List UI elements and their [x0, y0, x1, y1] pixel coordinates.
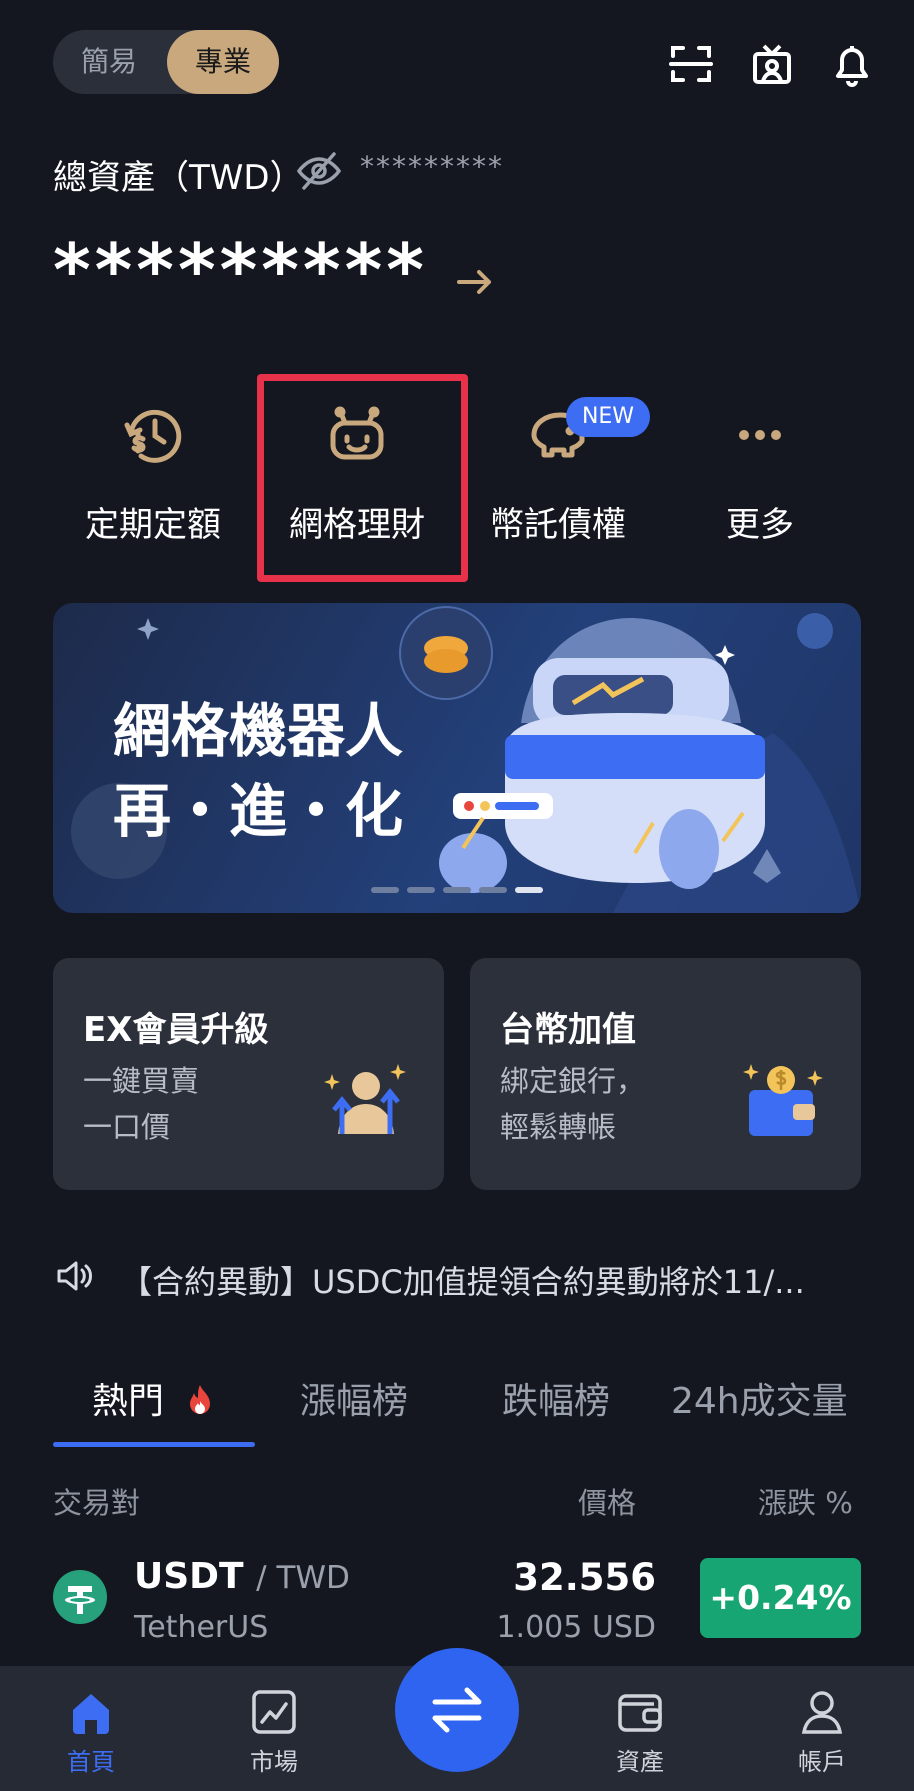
nav-account[interactable]: 帳戶: [762, 1688, 882, 1777]
mode-toggle[interactable]: 簡易 專業: [53, 30, 279, 94]
balance-sub-value: *********: [360, 150, 504, 183]
card-desc-line: 輕鬆轉帳: [500, 1110, 617, 1144]
coin-name: TetherUS: [134, 1610, 269, 1645]
nav-label: 資產: [616, 1748, 664, 1776]
bell-icon[interactable]: [828, 40, 876, 88]
announcement-text[interactable]: 【合約異動】USDC加值提領合約異動將於11/...: [120, 1257, 860, 1303]
balance-main-value[interactable]: *********: [53, 230, 428, 310]
home-icon: [73, 1694, 109, 1734]
column-header-price: 價格: [578, 1486, 637, 1520]
pair-symbol[interactable]: USDT / TWD: [134, 1556, 350, 1597]
card-desc-line: 綁定銀行，: [500, 1064, 646, 1098]
nav-home[interactable]: 首頁: [31, 1688, 151, 1777]
tether-logo-icon: [53, 1570, 107, 1624]
nav-label: 帳戶: [798, 1748, 846, 1776]
quick-action-label: 定期定額: [85, 505, 221, 545]
nav-label: 市場: [250, 1748, 298, 1776]
banner-line-2: 再・進・化: [113, 777, 404, 845]
card-description: 綁定銀行， 輕鬆轉帳: [500, 1058, 645, 1150]
wallet-icon: [618, 1694, 662, 1732]
card-ex-upgrade[interactable]: EX會員升級 一鍵買賣 一口價: [53, 958, 444, 1190]
tab-label: 熱門: [92, 1381, 165, 1422]
tab-active-indicator: [53, 1442, 255, 1447]
gift-profile-icon[interactable]: [748, 40, 796, 88]
carousel-indicator: [371, 887, 543, 893]
arrow-right-icon[interactable]: [455, 262, 495, 302]
price-value: 32.556: [513, 1556, 656, 1599]
banner-line-1: 網格機器人: [113, 697, 404, 765]
column-header-pair: 交易對: [53, 1486, 141, 1520]
tab-hot[interactable]: 熱門: [92, 1372, 217, 1424]
column-header-change: 漲跌 %: [758, 1486, 853, 1520]
mode-pro-option[interactable]: 專業: [167, 30, 279, 94]
card-description: 一鍵買賣 一口價: [83, 1058, 199, 1150]
mode-simple-option[interactable]: 簡易: [53, 30, 165, 94]
card-desc-line: 一鍵買賣: [83, 1064, 200, 1098]
chart-icon: [252, 1690, 296, 1734]
tab-gainers[interactable]: 漲幅榜: [300, 1372, 408, 1424]
banner-title: 網格機器人 再・進・化: [113, 691, 403, 851]
card-title: 台幣加值: [500, 1010, 636, 1050]
quick-action-more[interactable]: 更多: [660, 395, 860, 555]
new-badge: NEW: [566, 397, 650, 437]
recurring-clock-icon: [124, 409, 182, 463]
eye-hidden-icon[interactable]: [296, 148, 342, 194]
wallet-coin-icon: [743, 1064, 823, 1136]
price-usd-value: 1.005 USD: [496, 1610, 656, 1645]
more-dots-icon: [739, 430, 781, 440]
scan-icon[interactable]: [667, 40, 715, 88]
tab-volume[interactable]: 24h成交量: [671, 1372, 848, 1424]
card-title: EX會員升級: [83, 1010, 269, 1050]
quote-symbol: / TWD: [256, 1560, 350, 1596]
quick-action-label: 幣託債權: [490, 505, 626, 545]
user-upgrade-icon: [324, 1064, 406, 1134]
change-badge[interactable]: +0.24%: [700, 1558, 861, 1638]
highlight-box: [257, 374, 468, 582]
card-twd-deposit[interactable]: 台幣加值 綁定銀行， 輕鬆轉帳: [470, 958, 861, 1190]
fire-icon: [190, 1385, 211, 1414]
quick-action-label: 更多: [726, 505, 794, 545]
speaker-icon: [55, 1256, 95, 1296]
total-assets-label: 總資產（TWD）: [53, 158, 304, 198]
promo-banner[interactable]: 網格機器人 再・進・化: [53, 603, 861, 913]
nav-assets[interactable]: 資產: [580, 1688, 700, 1777]
card-desc-line: 一口價: [83, 1110, 171, 1144]
nav-label: 首頁: [67, 1748, 115, 1776]
base-symbol: USDT: [134, 1556, 244, 1597]
user-icon: [801, 1691, 843, 1734]
nav-market[interactable]: 市場: [214, 1688, 334, 1777]
swap-button[interactable]: [395, 1648, 519, 1772]
tab-losers[interactable]: 跌幅榜: [502, 1372, 610, 1424]
swap-arrows-icon: [432, 1687, 482, 1733]
quick-action-recurring[interactable]: 定期定額: [53, 395, 253, 555]
